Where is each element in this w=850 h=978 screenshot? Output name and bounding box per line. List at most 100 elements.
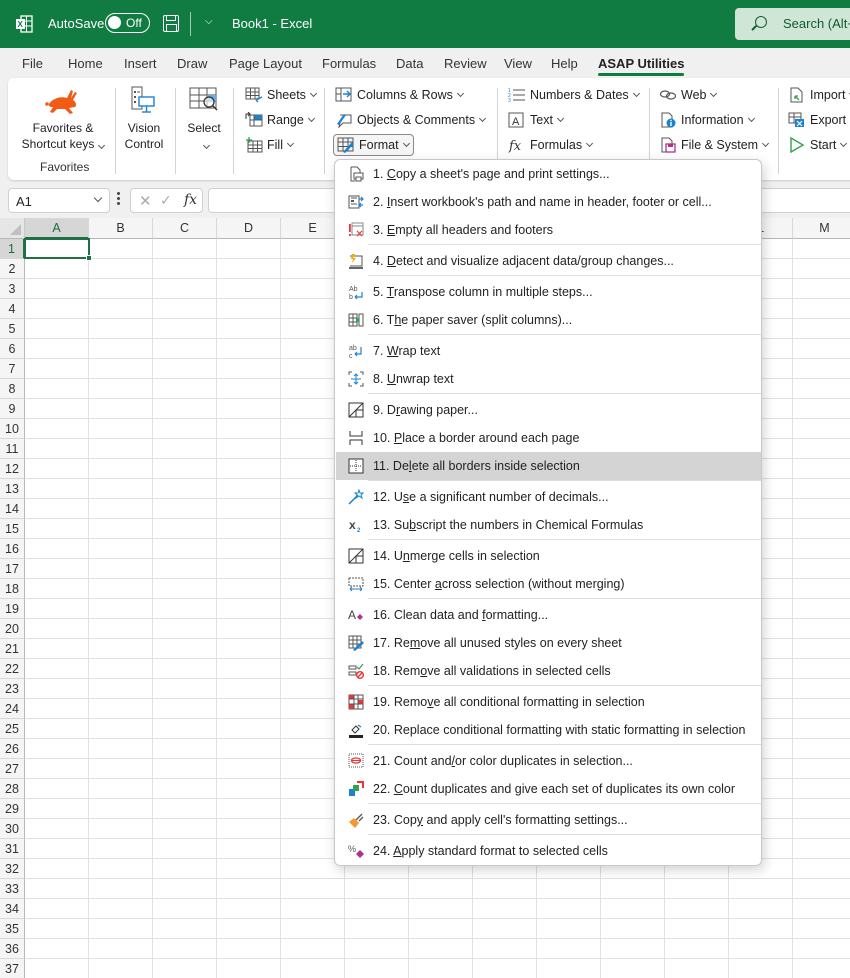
menu-item-8[interactable]: 8. Unwrap text [336, 365, 761, 393]
menu-item-7[interactable]: ab c 7. Wrap text [336, 337, 761, 365]
row-header-17[interactable]: 17 [0, 559, 25, 579]
search-box[interactable]: Search (Alt+Q) [735, 8, 850, 40]
row-header-26[interactable]: 26 [0, 739, 25, 759]
information-button[interactable]: Information [659, 109, 755, 131]
row-header-27[interactable]: 27 [0, 759, 25, 779]
row-header-19[interactable]: 19 [0, 599, 25, 619]
row-header-36[interactable]: 36 [0, 939, 25, 959]
text-button[interactable]: A Text [508, 109, 564, 131]
row-header-5[interactable]: 5 [0, 319, 25, 339]
row-header-30[interactable]: 30 [0, 819, 25, 839]
insert-function-button[interactable]: fx [184, 192, 197, 208]
tab-data[interactable]: Data [396, 56, 423, 71]
row-header-21[interactable]: 21 [0, 639, 25, 659]
tab-draw[interactable]: Draw [177, 56, 207, 71]
menu-item-9[interactable]: 9. Drawing paper... [336, 396, 761, 424]
favorites-button[interactable]: Favorites & Shortcut keys [12, 86, 114, 152]
row-header-8[interactable]: 8 [0, 379, 25, 399]
row-header-10[interactable]: 10 [0, 419, 25, 439]
tab-view[interactable]: View [504, 56, 532, 71]
row-header-35[interactable]: 35 [0, 919, 25, 939]
menu-item-5[interactable]: Ab b 5. Transpose column in multiple steps… [336, 278, 761, 306]
row-header-18[interactable]: 18 [0, 579, 25, 599]
menu-item-11[interactable]: 11. Delete all borders inside selection [336, 452, 761, 480]
column-header-m[interactable]: M [793, 218, 850, 239]
menu-item-20[interactable]: 20. Replace conditional formatting with … [336, 716, 761, 744]
export-button[interactable]: Export [788, 109, 850, 131]
menu-item-18[interactable]: 18. Remove all validations in selected c… [336, 657, 761, 685]
menu-item-19[interactable]: 19. Remove all conditional formatting in… [336, 688, 761, 716]
row-header-23[interactable]: 23 [0, 679, 25, 699]
format-button[interactable]: Format [333, 134, 414, 156]
menu-item-6[interactable]: 6. The paper saver (split columns)... [336, 306, 761, 334]
row-header-6[interactable]: 6 [0, 339, 25, 359]
active-cell-a1[interactable] [24, 238, 92, 261]
import-button[interactable]: Import [788, 84, 850, 106]
row-header-3[interactable]: 3 [0, 279, 25, 299]
columns-rows-button[interactable]: Columns & Rows [335, 84, 464, 106]
column-header-c[interactable]: C [153, 218, 217, 239]
save-icon[interactable] [163, 15, 179, 32]
tab-formulas[interactable]: Formulas [322, 56, 376, 71]
menu-item-1[interactable]: 1. Copy a sheet's page and print setting… [336, 160, 761, 188]
row-header-7[interactable]: 7 [0, 359, 25, 379]
fill-button[interactable]: Fill [245, 134, 295, 156]
vision-control-button[interactable]: Vision Control [118, 86, 170, 152]
select-button[interactable]: Select [180, 86, 228, 152]
row-header-2[interactable]: 2 [0, 259, 25, 279]
menu-item-15[interactable]: 15. Center across selection (without mer… [336, 570, 761, 598]
row-header-14[interactable]: 14 [0, 499, 25, 519]
menu-item-21[interactable]: 21. Count and/or color duplicates in sel… [336, 747, 761, 775]
tab-page-layout[interactable]: Page Layout [229, 56, 302, 71]
row-header-15[interactable]: 15 [0, 519, 25, 539]
start-button[interactable]: Start [788, 134, 848, 156]
tab-asap-utilities[interactable]: ASAP Utilities [598, 56, 685, 76]
row-header-11[interactable]: 11 [0, 439, 25, 459]
row-header-31[interactable]: 31 [0, 839, 25, 859]
enter-icon[interactable]: ✓ [160, 192, 172, 209]
formulas-button[interactable]: fx Formulas [508, 134, 594, 156]
tab-help[interactable]: Help [551, 56, 578, 71]
row-header-20[interactable]: 20 [0, 619, 25, 639]
autosave-toggle[interactable]: Off [105, 13, 150, 33]
name-box[interactable]: A1 [8, 188, 110, 213]
menu-item-17[interactable]: 17. Remove all unused styles on every sh… [336, 629, 761, 657]
menu-item-24[interactable]: % 24. Apply standard format to selected c… [336, 837, 761, 865]
cancel-icon[interactable]: ✕ [139, 192, 152, 210]
menu-item-23[interactable]: 23. Copy and apply cell's formatting set… [336, 806, 761, 834]
column-header-b[interactable]: B [89, 218, 153, 239]
row-header-1[interactable]: 1 [0, 239, 25, 259]
row-header-32[interactable]: 32 [0, 859, 25, 879]
customize-qat-icon[interactable]: ⌵ [205, 16, 213, 27]
web-button[interactable]: Web [659, 84, 718, 106]
column-header-d[interactable]: D [217, 218, 281, 239]
row-header-37[interactable]: 37 [0, 959, 25, 978]
menu-item-12[interactable]: 12. Use a significant number of decimals… [336, 483, 761, 511]
chevron-down-icon[interactable] [93, 193, 103, 203]
menu-item-16[interactable]: A 16. Clean data and formatting... [336, 601, 761, 629]
menu-item-22[interactable]: 22. Count duplicates and give each set o… [336, 775, 761, 803]
row-header-24[interactable]: 24 [0, 699, 25, 719]
select-all-button[interactable] [0, 218, 25, 239]
menu-item-3[interactable]: 3. Empty all headers and footers [336, 216, 761, 244]
row-header-16[interactable]: 16 [0, 539, 25, 559]
fill-handle[interactable] [86, 255, 92, 261]
column-header-a[interactable]: A [25, 218, 89, 239]
sheets-button[interactable]: Sheets [245, 84, 317, 106]
menu-item-10[interactable]: 10. Place a border around each page [336, 424, 761, 452]
tab-review[interactable]: Review [444, 56, 487, 71]
row-header-9[interactable]: 9 [0, 399, 25, 419]
objects-comments-button[interactable]: Objects & Comments [335, 109, 487, 131]
row-header-25[interactable]: 25 [0, 719, 25, 739]
menu-item-14[interactable]: 14. Unmerge cells in selection [336, 542, 761, 570]
file-system-button[interactable]: File & System [659, 134, 770, 156]
row-header-33[interactable]: 33 [0, 879, 25, 899]
numbers-dates-button[interactable]: 123 Numbers & Dates [508, 84, 640, 106]
row-header-4[interactable]: 4 [0, 299, 25, 319]
tab-insert[interactable]: Insert [124, 56, 157, 71]
row-header-34[interactable]: 34 [0, 899, 25, 919]
menu-item-13[interactable]: x 2 13. Subscript the numbers in Chemical … [336, 511, 761, 539]
more-options-icon[interactable] [117, 192, 120, 208]
row-header-13[interactable]: 13 [0, 479, 25, 499]
tab-file[interactable]: File [22, 56, 43, 71]
